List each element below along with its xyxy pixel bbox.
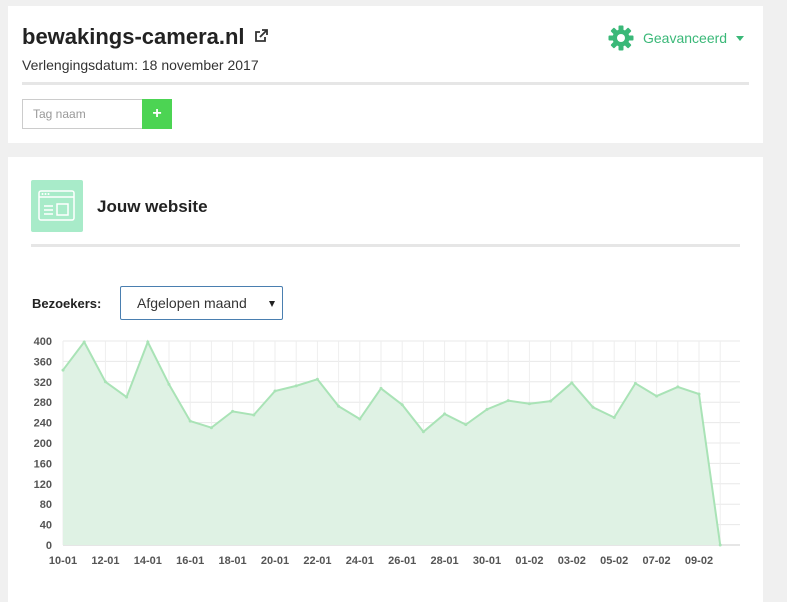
data-point <box>443 412 447 416</box>
data-point <box>612 416 616 419</box>
x-tick-label: 20-01 <box>261 555 289 567</box>
data-point <box>294 384 298 388</box>
y-tick-label: 80 <box>40 499 52 511</box>
y-tick-label: 40 <box>40 520 52 532</box>
data-point <box>421 430 425 434</box>
data-point <box>676 385 680 389</box>
data-point <box>400 403 404 407</box>
data-point <box>231 409 235 413</box>
x-tick-label: 12-01 <box>91 555 119 567</box>
x-tick-label: 14-01 <box>134 555 162 567</box>
data-point <box>527 402 531 406</box>
data-point <box>464 423 468 427</box>
x-tick-label: 30-01 <box>473 555 501 567</box>
y-tick-label: 360 <box>34 356 52 368</box>
y-tick-label: 240 <box>34 418 52 430</box>
x-tick-label: 24-01 <box>346 555 374 567</box>
data-point <box>655 394 659 398</box>
data-point <box>697 392 701 396</box>
data-point <box>506 399 510 403</box>
y-tick-label: 320 <box>34 377 52 389</box>
x-tick-label: 16-01 <box>176 555 204 567</box>
y-tick-label: 0 <box>46 540 52 552</box>
data-point <box>252 413 256 417</box>
data-point <box>549 399 553 403</box>
data-point <box>337 404 341 408</box>
y-tick-label: 400 <box>34 336 52 348</box>
data-point <box>358 417 362 421</box>
data-point <box>61 368 65 372</box>
data-point <box>485 407 489 411</box>
data-point <box>633 381 637 385</box>
x-tick-label: 01-02 <box>515 555 543 567</box>
x-tick-label: 09-02 <box>685 555 713 567</box>
data-point <box>167 382 171 386</box>
data-point <box>273 389 277 393</box>
data-point <box>379 386 383 390</box>
data-point <box>591 405 595 409</box>
data-point <box>718 543 722 547</box>
visitors-chart: 0 40 80 120 160 200 240 280 320 360 400 10-01 12-01 1… <box>34 336 740 567</box>
data-point <box>209 426 213 430</box>
x-tick-label: 26-01 <box>388 555 416 567</box>
data-point <box>188 419 192 423</box>
y-tick-label: 280 <box>34 397 52 409</box>
y-tick-label: 120 <box>34 479 52 491</box>
x-tick-label: 07-02 <box>643 555 671 567</box>
y-tick-label: 200 <box>34 438 52 450</box>
x-tick-label: 05-02 <box>600 555 628 567</box>
data-point <box>125 395 129 399</box>
data-point <box>315 377 319 381</box>
data-point <box>146 340 150 344</box>
data-point <box>82 340 86 344</box>
visitors-area <box>63 342 721 545</box>
x-tick-label: 10-01 <box>49 555 77 567</box>
x-tick-label: 22-01 <box>303 555 331 567</box>
x-tick-label: 28-01 <box>431 555 459 567</box>
y-tick-label: 160 <box>34 458 52 470</box>
data-point <box>570 381 574 385</box>
x-tick-label: 18-01 <box>219 555 247 567</box>
data-point <box>103 380 107 384</box>
x-tick-label: 03-02 <box>558 555 586 567</box>
